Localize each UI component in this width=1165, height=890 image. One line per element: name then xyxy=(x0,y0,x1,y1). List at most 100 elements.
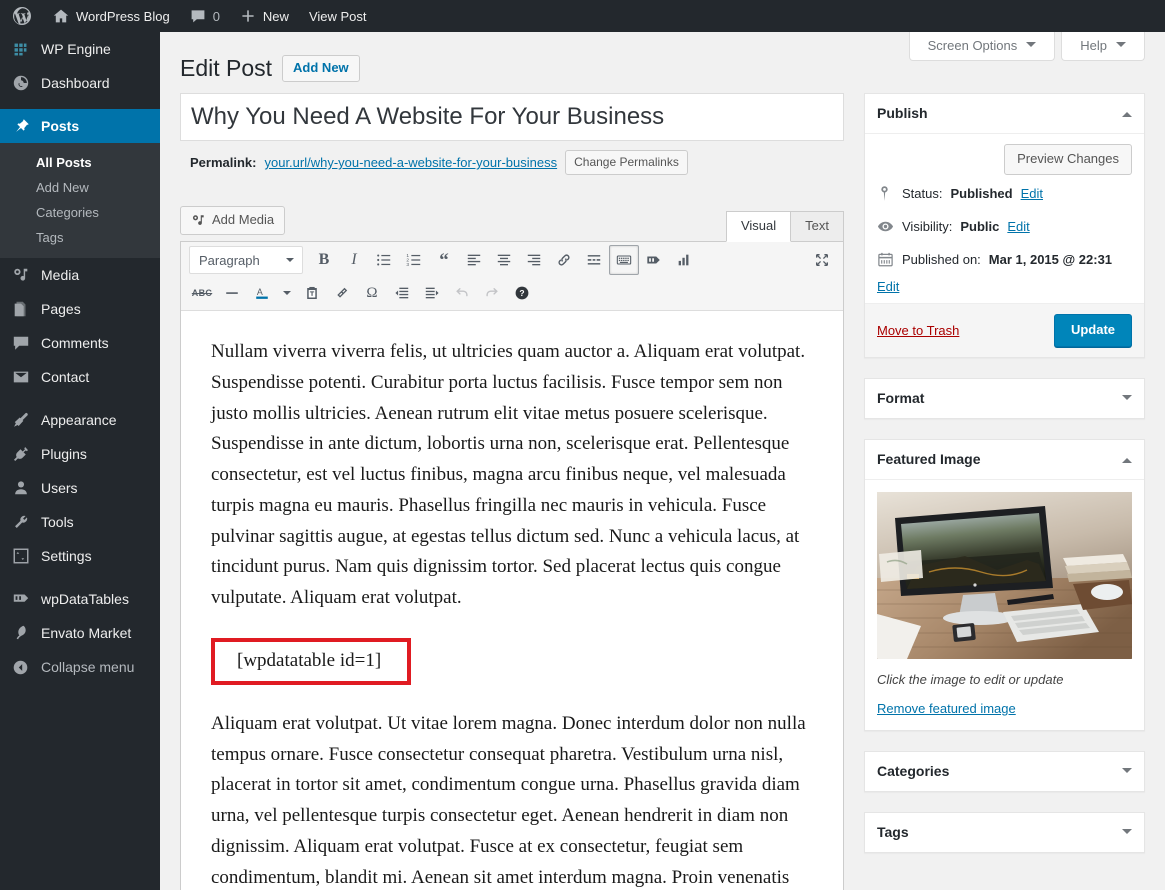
chevron-down-icon[interactable] xyxy=(1122,768,1132,778)
comments-menu[interactable]: 0 xyxy=(180,0,230,32)
sidebar-item-settings[interactable]: Settings xyxy=(0,539,160,573)
fullscreen-button[interactable] xyxy=(807,245,837,275)
sidebar-item-plugins[interactable]: Plugins xyxy=(0,437,160,471)
sidebar-item-label: Envato Market xyxy=(41,625,132,641)
permalink-row: Permalink: your.url/why-you-need-a-websi… xyxy=(180,141,844,186)
settings-sliders-icon xyxy=(12,547,32,565)
chevron-down-icon xyxy=(1116,42,1126,52)
format-metabox-header[interactable]: Format xyxy=(865,379,1144,418)
sidebar-item-appearance[interactable]: Appearance xyxy=(0,403,160,437)
blockquote-button[interactable]: “ xyxy=(429,245,459,275)
published-on-edit-link[interactable]: Edit xyxy=(877,277,1132,296)
toggle-kitchen-sink-button[interactable] xyxy=(609,245,639,275)
chevron-up-icon[interactable] xyxy=(1122,453,1132,463)
visibility-edit-link[interactable]: Edit xyxy=(1007,217,1029,236)
submenu-item-add-new[interactable]: Add New xyxy=(0,175,160,200)
align-right-button[interactable] xyxy=(519,245,549,275)
sidebar-item-tools[interactable]: Tools xyxy=(0,505,160,539)
featured-image-thumbnail[interactable] xyxy=(877,492,1132,659)
collapse-menu-button[interactable]: Collapse menu xyxy=(0,650,160,684)
indent-icon xyxy=(424,285,440,301)
wpdatatables-insert-icon xyxy=(646,252,662,268)
status-edit-link[interactable]: Edit xyxy=(1021,184,1043,203)
bold-icon: B xyxy=(318,251,330,268)
sidebar-item-media[interactable]: Media xyxy=(0,258,160,292)
outdent-button[interactable] xyxy=(387,278,417,308)
sidebar-item-envato-market[interactable]: Envato Market xyxy=(0,616,160,650)
numbered-list-button[interactable]: 1 2 3 xyxy=(399,245,429,275)
indent-button[interactable] xyxy=(417,278,447,308)
sidebar-item-comments[interactable]: Comments xyxy=(0,326,160,360)
tags-metabox-header[interactable]: Tags xyxy=(865,813,1144,852)
change-permalinks-button[interactable]: Change Permalinks xyxy=(565,150,688,175)
sidebar-item-label: Tools xyxy=(41,514,74,530)
chevron-down-icon[interactable] xyxy=(1122,395,1132,405)
screen-meta-links: Screen Options Help xyxy=(908,32,1145,61)
submenu-item-all-posts[interactable]: All Posts xyxy=(0,150,160,175)
editor-content-area[interactable]: Nullam viverra viverra felis, ut ultrici… xyxy=(181,311,843,890)
chevron-up-icon[interactable] xyxy=(1122,107,1132,117)
sidebar-item-label: WP Engine xyxy=(41,41,111,57)
tab-text[interactable]: Text xyxy=(790,211,844,241)
new-content-menu[interactable]: New xyxy=(230,0,299,32)
align-left-button[interactable] xyxy=(459,245,489,275)
paste-as-text-button[interactable] xyxy=(297,278,327,308)
sidebar-item-pages[interactable]: Pages xyxy=(0,292,160,326)
horizontal-rule-button[interactable] xyxy=(217,278,247,308)
submenu-item-tags[interactable]: Tags xyxy=(0,225,160,250)
sidebar-item-dashboard[interactable]: Dashboard xyxy=(0,66,160,100)
clear-formatting-button[interactable] xyxy=(327,278,357,308)
categories-metabox-header[interactable]: Categories xyxy=(865,752,1144,791)
featured-image-metabox-body: Click the image to edit or update Remove… xyxy=(865,480,1144,730)
align-left-icon xyxy=(466,252,482,268)
redo-button[interactable] xyxy=(477,278,507,308)
add-new-post-button[interactable]: Add New xyxy=(282,55,360,82)
add-media-button[interactable]: Add Media xyxy=(180,206,286,235)
text-color-dropdown-button[interactable] xyxy=(277,278,297,308)
sidebar-item-wp-engine[interactable]: WP Engine xyxy=(0,32,160,66)
move-to-trash-link[interactable]: Move to Trash xyxy=(877,323,959,338)
submenu-item-categories[interactable]: Categories xyxy=(0,200,160,225)
sidebar-item-wpdatatables[interactable]: wpDataTables xyxy=(0,582,160,616)
undo-button[interactable] xyxy=(447,278,477,308)
sidebar-item-label: Posts xyxy=(41,118,80,134)
clear-formatting-icon xyxy=(334,285,350,301)
update-button[interactable]: Update xyxy=(1053,314,1132,347)
sidebar-item-posts[interactable]: Posts xyxy=(0,109,168,143)
bullet-list-button[interactable] xyxy=(369,245,399,275)
remove-featured-image-link[interactable]: Remove featured image xyxy=(877,701,1016,716)
chevron-down-icon xyxy=(286,257,294,266)
featured-image-metabox-header[interactable]: Featured Image xyxy=(865,440,1144,480)
italic-button[interactable]: I xyxy=(339,245,369,275)
sidebar-item-users[interactable]: Users xyxy=(0,471,160,505)
view-post-link[interactable]: View Post xyxy=(299,0,377,32)
envato-leaf-icon xyxy=(12,624,32,642)
align-center-button[interactable] xyxy=(489,245,519,275)
site-name-menu[interactable]: WordPress Blog xyxy=(43,0,180,32)
text-color-button[interactable]: A xyxy=(247,278,277,308)
keyboard-shortcuts-button[interactable]: ? xyxy=(507,278,537,308)
strikethrough-button[interactable]: ABC xyxy=(187,278,217,308)
help-button[interactable]: Help xyxy=(1061,32,1145,61)
categories-metabox-title: Categories xyxy=(877,763,950,779)
chevron-down-icon[interactable] xyxy=(1122,829,1132,839)
wordpress-logo-button[interactable] xyxy=(0,0,43,32)
undo-icon xyxy=(454,285,470,301)
style-select[interactable]: Paragraph xyxy=(189,246,303,274)
editor-toolbar-row-1: Paragraph B I 1 2 3 “ xyxy=(181,244,843,277)
insert-chart-button[interactable] xyxy=(669,245,699,275)
permalink-link[interactable]: your.url/why-you-need-a-website-for-your… xyxy=(264,155,557,170)
insert-wpdatatable-button[interactable] xyxy=(639,245,669,275)
sidebar-item-contact[interactable]: Contact xyxy=(0,360,160,394)
post-title-input[interactable] xyxy=(180,93,844,141)
tab-visual[interactable]: Visual xyxy=(725,211,792,242)
horizontal-rule-icon xyxy=(224,285,240,301)
insert-link-button[interactable] xyxy=(549,245,579,275)
publish-metabox-header[interactable]: Publish xyxy=(865,94,1144,134)
special-character-button[interactable]: Ω xyxy=(357,278,387,308)
insert-read-more-button[interactable] xyxy=(579,245,609,275)
screen-options-button[interactable]: Screen Options xyxy=(908,32,1056,61)
editor-toolbar-row-2: ABC A Ω ? xyxy=(181,277,843,310)
preview-changes-button[interactable]: Preview Changes xyxy=(1004,144,1132,175)
bold-button[interactable]: B xyxy=(309,245,339,275)
